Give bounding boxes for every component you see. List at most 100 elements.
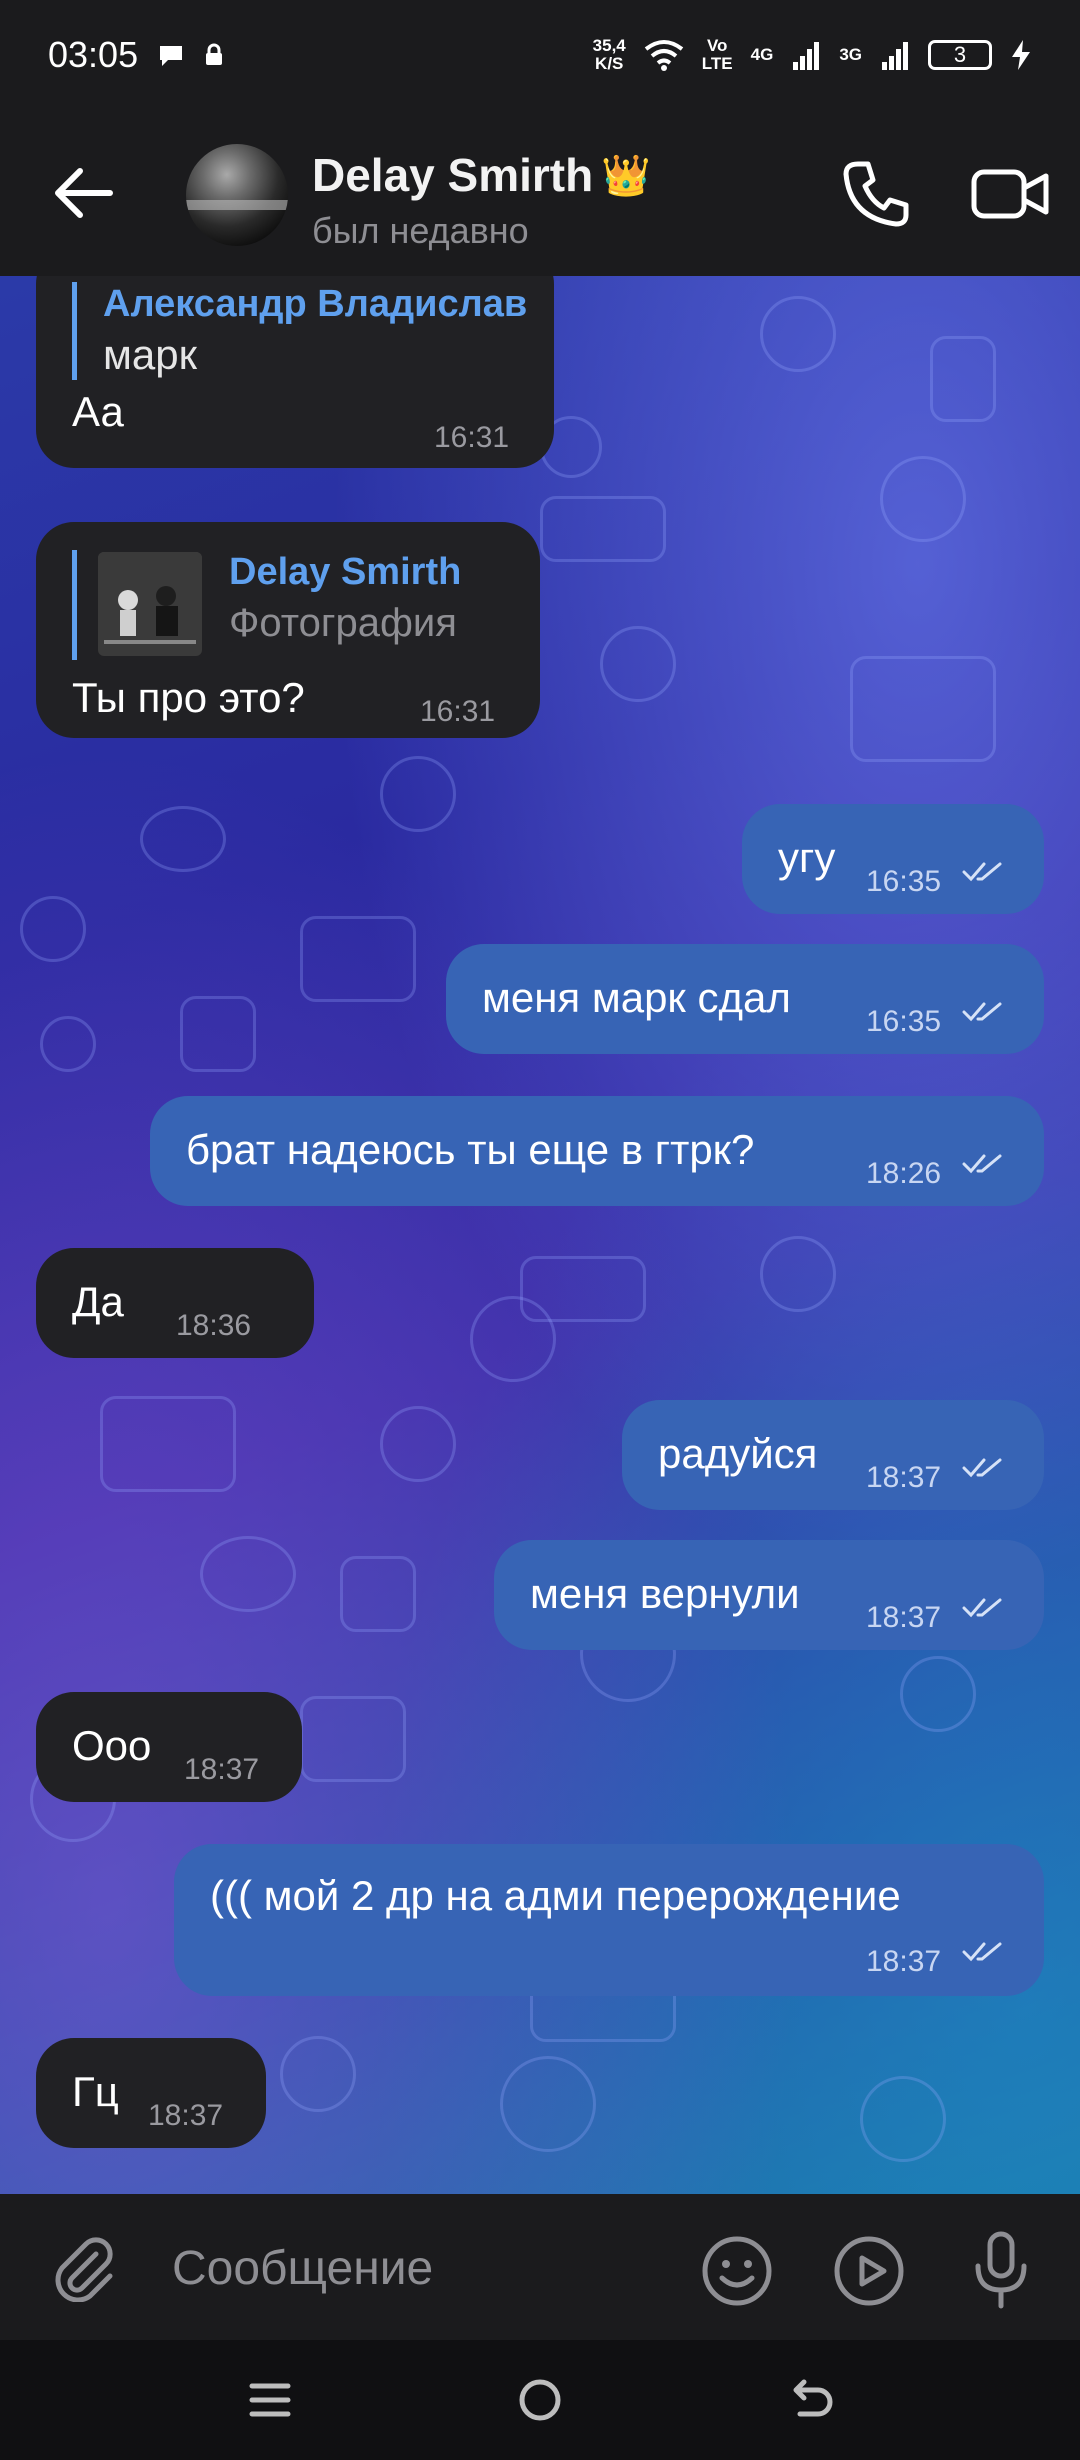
doodle-pattern: [300, 1696, 406, 1782]
message-bubble-outgoing[interactable]: угу 16:35: [742, 804, 1044, 914]
volte-bottom: LTE: [701, 54, 733, 73]
message-bubble-outgoing[interactable]: брат надеюсь ты еще в гтрк? 18:26: [150, 1096, 1044, 1206]
message-text: Ты про это?: [72, 674, 305, 721]
speed-unit: K/S: [595, 54, 624, 73]
back-nav-icon[interactable]: [780, 2372, 840, 2428]
battery-indicator: 3: [928, 40, 992, 70]
status-time: 03:05: [48, 34, 139, 75]
message-text: Ооо: [72, 1722, 152, 1769]
message-text: угу: [778, 834, 836, 881]
doodle-pattern: [180, 996, 256, 1072]
double-check-icon: [962, 1942, 1002, 1962]
reply-author: Александр Владислав: [103, 283, 528, 325]
notification-icon: [160, 46, 183, 66]
network-3g: 3G: [839, 45, 862, 64]
double-check-icon: [962, 862, 1002, 882]
message-time: 16:35: [866, 1005, 942, 1038]
message-text: Да: [72, 1278, 124, 1325]
message-text: радуйся: [658, 1430, 818, 1477]
message-bubble-outgoing[interactable]: меня вернули 18:37: [494, 1540, 1044, 1650]
chat-area[interactable]: Александр Владислав марк Аа 16:31 Delay …: [0, 276, 1080, 2194]
doodle-pattern: [600, 626, 676, 702]
doodle-pattern: [860, 2076, 946, 2162]
reply-text: марк: [103, 331, 197, 378]
volte-top: Vo: [706, 36, 728, 55]
message-time: 16:35: [866, 865, 942, 898]
double-check-icon: [962, 1598, 1002, 1618]
message-time: 18:26: [866, 1157, 942, 1190]
menu-icon[interactable]: [240, 2372, 300, 2428]
play-icon[interactable]: [832, 2234, 906, 2308]
contact-info[interactable]: Delay Smirth 👑 был недавно: [312, 148, 651, 252]
doodle-pattern: [470, 1296, 556, 1382]
doodle-pattern: [340, 1556, 416, 1632]
chat-header: Delay Smirth 👑 был недавно: [0, 110, 1080, 276]
doodle-pattern: [500, 2056, 596, 2152]
message-input[interactable]: [170, 2232, 654, 2304]
emoji-icon[interactable]: [700, 2234, 774, 2308]
message-text: брат надеюсь ты еще в гтрк?: [186, 1126, 755, 1173]
message-time: 18:37: [866, 1945, 942, 1978]
back-arrow-icon[interactable]: [50, 163, 116, 223]
lock-icon: [206, 43, 223, 65]
message-bubble-incoming[interactable]: Да 18:36: [36, 1248, 314, 1358]
charging-icon: [1012, 40, 1030, 70]
message-bubble-outgoing[interactable]: меня марк сдал 16:35: [446, 944, 1044, 1054]
status-left: 03:05: [48, 34, 224, 76]
message-time: 18:37: [866, 1601, 942, 1634]
status-bar: 03:05 35,4 K/S Vo LTE 4G 3G 3: [0, 0, 1080, 110]
message-time: 16:31: [434, 421, 510, 454]
doodle-pattern: [20, 896, 86, 962]
message-time: 18:37: [866, 1461, 942, 1494]
message-composer: [0, 2194, 1080, 2340]
reply-text: Фотография: [229, 601, 457, 645]
message-bubble-outgoing[interactable]: ((( мой 2 др на адми перерождение 18:37: [174, 1844, 1044, 1996]
message-text: ((( мой 2 др на адми перерождение: [210, 1872, 901, 1919]
double-check-icon: [962, 1458, 1002, 1478]
reply-quote[interactable]: Александр Владислав марк: [72, 282, 527, 380]
doodle-pattern: [850, 656, 996, 762]
microphone-icon[interactable]: [966, 2230, 1036, 2310]
attach-icon[interactable]: [52, 2236, 118, 2302]
message-bubble-incoming[interactable]: Гц 18:37: [36, 2038, 266, 2148]
message-text: Аа: [72, 388, 124, 435]
doodle-pattern: [280, 2036, 356, 2112]
double-check-icon: [962, 1002, 1002, 1022]
double-check-icon: [962, 1154, 1002, 1174]
doodle-pattern: [300, 916, 416, 1002]
message-bubble-outgoing[interactable]: радуйся 18:37: [622, 1400, 1044, 1510]
message-text: Гц: [72, 2068, 119, 2115]
message-time: 18:37: [148, 2099, 224, 2132]
status-right: 35,4 K/S Vo LTE 4G 3G 3: [593, 37, 1032, 73]
doodle-pattern: [40, 1016, 96, 1072]
doodle-pattern: [380, 756, 456, 832]
crown-icon: 👑: [601, 153, 652, 198]
doodle-pattern: [760, 296, 836, 372]
network-speed: 35,4 K/S: [593, 37, 626, 73]
doodle-pattern: [100, 1396, 236, 1492]
contact-name: Delay Smirth 👑: [312, 148, 651, 202]
doodle-pattern: [930, 336, 996, 422]
reply-quote[interactable]: Delay Smirth Фотография: [72, 550, 461, 660]
signal-icon-2: [882, 42, 908, 70]
message-bubble-incoming[interactable]: Delay Smirth Фотография Ты про это? 16:3…: [36, 522, 540, 738]
contact-name-text: Delay Smirth: [312, 149, 594, 201]
doodle-pattern: [200, 1536, 296, 1612]
message-bubble-incoming[interactable]: Ооо 18:37: [36, 1692, 302, 1802]
last-seen-status: был недавно: [312, 210, 529, 251]
message-bubble-incoming[interactable]: Александр Владислав марк Аа 16:31: [36, 276, 554, 468]
video-call-icon[interactable]: [970, 164, 1050, 224]
volte-label: Vo LTE: [702, 37, 733, 73]
phone-icon[interactable]: [840, 158, 912, 230]
avatar[interactable]: [186, 144, 288, 246]
network-4g: 4G: [750, 45, 774, 64]
signal-icon-1: [793, 42, 820, 70]
home-icon[interactable]: [510, 2372, 570, 2428]
message-text: меня марк сдал: [482, 974, 791, 1021]
message-time: 18:36: [176, 1309, 252, 1342]
message-text: меня вернули: [530, 1570, 800, 1617]
message-time: 16:31: [420, 695, 496, 728]
doodle-pattern: [880, 456, 966, 542]
system-nav-bar: [0, 2340, 1080, 2460]
doodle-pattern: [760, 1236, 836, 1312]
